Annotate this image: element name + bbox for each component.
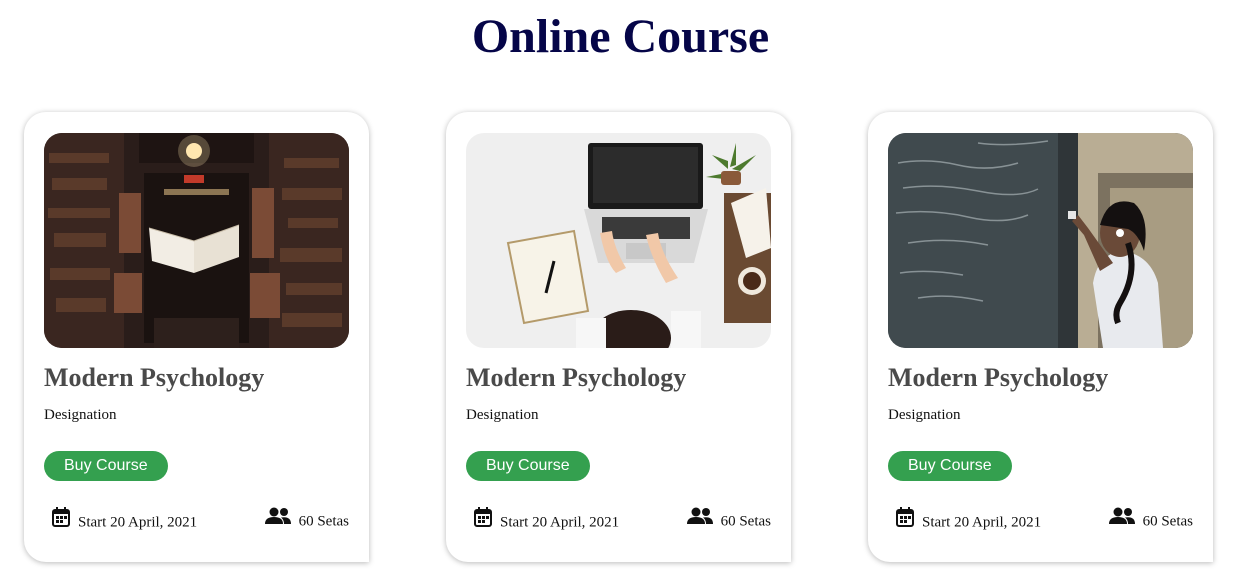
course-seats-text: 60 Setas bbox=[298, 513, 349, 530]
course-seats: 60 Setas bbox=[264, 507, 349, 533]
users-icon bbox=[264, 507, 291, 533]
buy-course-button[interactable]: Buy Course bbox=[888, 451, 1012, 481]
course-start: Start 20 April, 2021 bbox=[52, 507, 198, 535]
chalkboard-student-photo bbox=[888, 133, 1193, 348]
calendar-icon bbox=[52, 507, 70, 535]
course-card-list: Modern Psychology Designation Buy Course bbox=[24, 112, 1224, 564]
library-book-photo bbox=[44, 133, 349, 348]
course-designation: Designation bbox=[888, 407, 961, 423]
course-seats: 60 Setas bbox=[686, 507, 771, 533]
course-start-text: Start 20 April, 2021 bbox=[500, 514, 620, 531]
course-seats: 60 Setas bbox=[1108, 507, 1193, 533]
course-image-chalkboard bbox=[888, 133, 1193, 348]
course-start-text: Start 20 April, 2021 bbox=[922, 514, 1042, 531]
calendar-icon bbox=[896, 507, 914, 535]
course-start-text: Start 20 April, 2021 bbox=[78, 514, 198, 531]
course-image-laptop bbox=[466, 133, 771, 348]
calendar-icon bbox=[474, 507, 492, 535]
course-image-library bbox=[44, 133, 349, 348]
course-card: Modern Psychology Designation Buy Course bbox=[868, 112, 1213, 562]
course-card: Modern Psychology Designation Buy Course bbox=[24, 112, 369, 562]
course-seats-text: 60 Setas bbox=[1142, 513, 1193, 530]
course-meta: Start 20 April, 2021 60 Setas bbox=[474, 507, 771, 535]
users-icon bbox=[686, 507, 713, 533]
course-start: Start 20 April, 2021 bbox=[474, 507, 620, 535]
laptop-desk-photo bbox=[466, 133, 771, 348]
course-title: Modern Psychology bbox=[888, 363, 1109, 392]
course-designation: Designation bbox=[44, 407, 117, 423]
course-title: Modern Psychology bbox=[44, 363, 265, 392]
course-title: Modern Psychology bbox=[466, 363, 687, 392]
course-start: Start 20 April, 2021 bbox=[896, 507, 1042, 535]
course-designation: Designation bbox=[466, 407, 539, 423]
page: Online Course Modern Psychology Designat… bbox=[0, 0, 1241, 583]
buy-course-button[interactable]: Buy Course bbox=[466, 451, 590, 481]
course-meta: Start 20 April, 2021 60 Setas bbox=[52, 507, 349, 535]
page-title: Online Course bbox=[471, 10, 770, 63]
buy-course-button[interactable]: Buy Course bbox=[44, 451, 168, 481]
course-meta: Start 20 April, 2021 60 Setas bbox=[896, 507, 1193, 535]
users-icon bbox=[1108, 507, 1135, 533]
course-seats-text: 60 Setas bbox=[720, 513, 771, 530]
course-card: Modern Psychology Designation Buy Course bbox=[446, 112, 791, 562]
